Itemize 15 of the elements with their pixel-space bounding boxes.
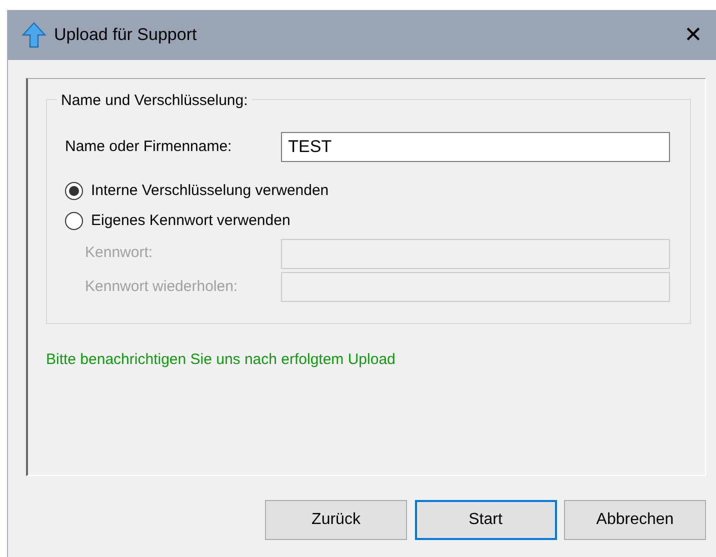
window-title: Upload für Support [54,24,197,46]
dialog-button[interactable]: Start [414,500,556,540]
name-field[interactable]: TEST [281,132,670,162]
up-arrow-icon [22,22,46,48]
notice-text: Bitte benachrichtigen Sie uns nach erfolgtem Upload [46,350,396,370]
field-label: Kennwort: [84,243,154,264]
dialog-button[interactable]: Zurück [265,500,407,540]
radio-option[interactable]: Eigenes Kennwort verwenden [65,210,290,232]
field-label: Kennwort wiederholen: [84,277,239,297]
field-label: Name oder Firmenname: [65,136,233,157]
radio-circle[interactable] [65,182,83,200]
radio-circle[interactable] [65,212,83,230]
radio-option[interactable]: Interne Verschlüsselung verwenden [65,180,329,202]
close-button[interactable]: ✕ [680,24,706,46]
dialog-button[interactable]: Abbrechen [564,500,706,540]
